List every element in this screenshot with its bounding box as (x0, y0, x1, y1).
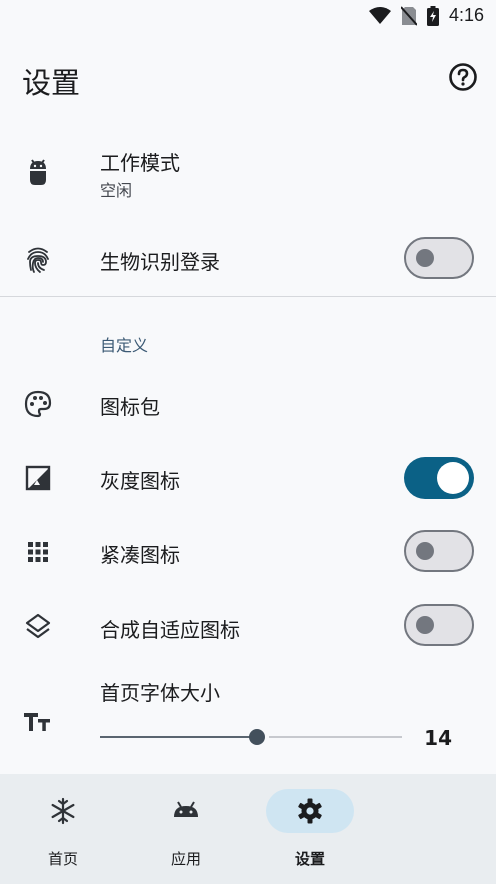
work-mode-subtitle: 空闲 (100, 181, 133, 200)
nav-item-settings[interactable]: 设置 (250, 774, 370, 884)
adaptive-title: 合成自适应图标 (100, 618, 240, 642)
nav-item-apps[interactable]: 应用 (126, 774, 246, 884)
nav-item-home[interactable]: 首页 (3, 774, 123, 884)
adaptive-switch[interactable] (404, 604, 474, 646)
battery-charging-icon (426, 5, 439, 26)
palette-icon (24, 390, 52, 418)
biometric-switch[interactable] (404, 237, 474, 279)
section-header-custom: 自定义 (100, 336, 149, 355)
compact-title: 紧凑图标 (100, 543, 180, 567)
grayscale-image-icon (24, 464, 52, 492)
work-mode-title: 工作模式 (100, 151, 180, 175)
compact-row[interactable]: 紧凑图标 (0, 528, 496, 576)
nav-label-apps: 应用 (170, 850, 201, 868)
page-title: 设置 (22, 66, 81, 100)
grid-icon (24, 538, 52, 566)
work-mode-row[interactable]: 工作模式 空闲 (0, 140, 496, 210)
biometric-title: 生物识别登录 (100, 250, 220, 274)
android-icon (174, 801, 198, 817)
font-size-slider[interactable] (100, 726, 402, 748)
grayscale-row[interactable]: 灰度图标 (0, 454, 496, 502)
grayscale-switch[interactable] (404, 457, 474, 499)
adaptive-row[interactable]: 合成自适应图标 (0, 602, 496, 650)
font-size-title: 首页字体大小 (100, 681, 220, 705)
wifi-icon (368, 6, 391, 24)
grayscale-title: 灰度图标 (100, 469, 180, 493)
snowflake-icon (51, 797, 75, 825)
help-button[interactable] (448, 62, 478, 92)
app-bar: 设置 (0, 52, 496, 108)
font-size-value: 14 (424, 726, 452, 750)
divider (0, 296, 496, 297)
slider-track-inactive (269, 736, 402, 738)
icon-pack-title: 图标包 (100, 395, 160, 419)
android-icon (24, 158, 52, 186)
slider-track-active (100, 736, 257, 738)
status-bar: 4:16 (0, 0, 496, 34)
nav-label-settings: 设置 (294, 850, 325, 868)
bottom-navigation: 首页 应用 设置 (0, 774, 496, 884)
help-circle-icon (449, 63, 477, 91)
layers-icon (24, 612, 52, 640)
text-size-icon (24, 708, 52, 736)
status-time: 4:16 (448, 5, 484, 25)
biometric-row[interactable]: 生物识别登录 (0, 236, 496, 284)
slider-thumb[interactable] (249, 729, 265, 745)
icon-pack-row[interactable]: 图标包 (0, 380, 496, 428)
fingerprint-icon (24, 246, 52, 274)
font-size-row: 首页字体大小 (0, 676, 496, 766)
compact-switch[interactable] (404, 530, 474, 572)
nav-label-home: 首页 (47, 850, 78, 868)
gear-icon (298, 798, 322, 824)
no-sim-icon (400, 5, 417, 26)
